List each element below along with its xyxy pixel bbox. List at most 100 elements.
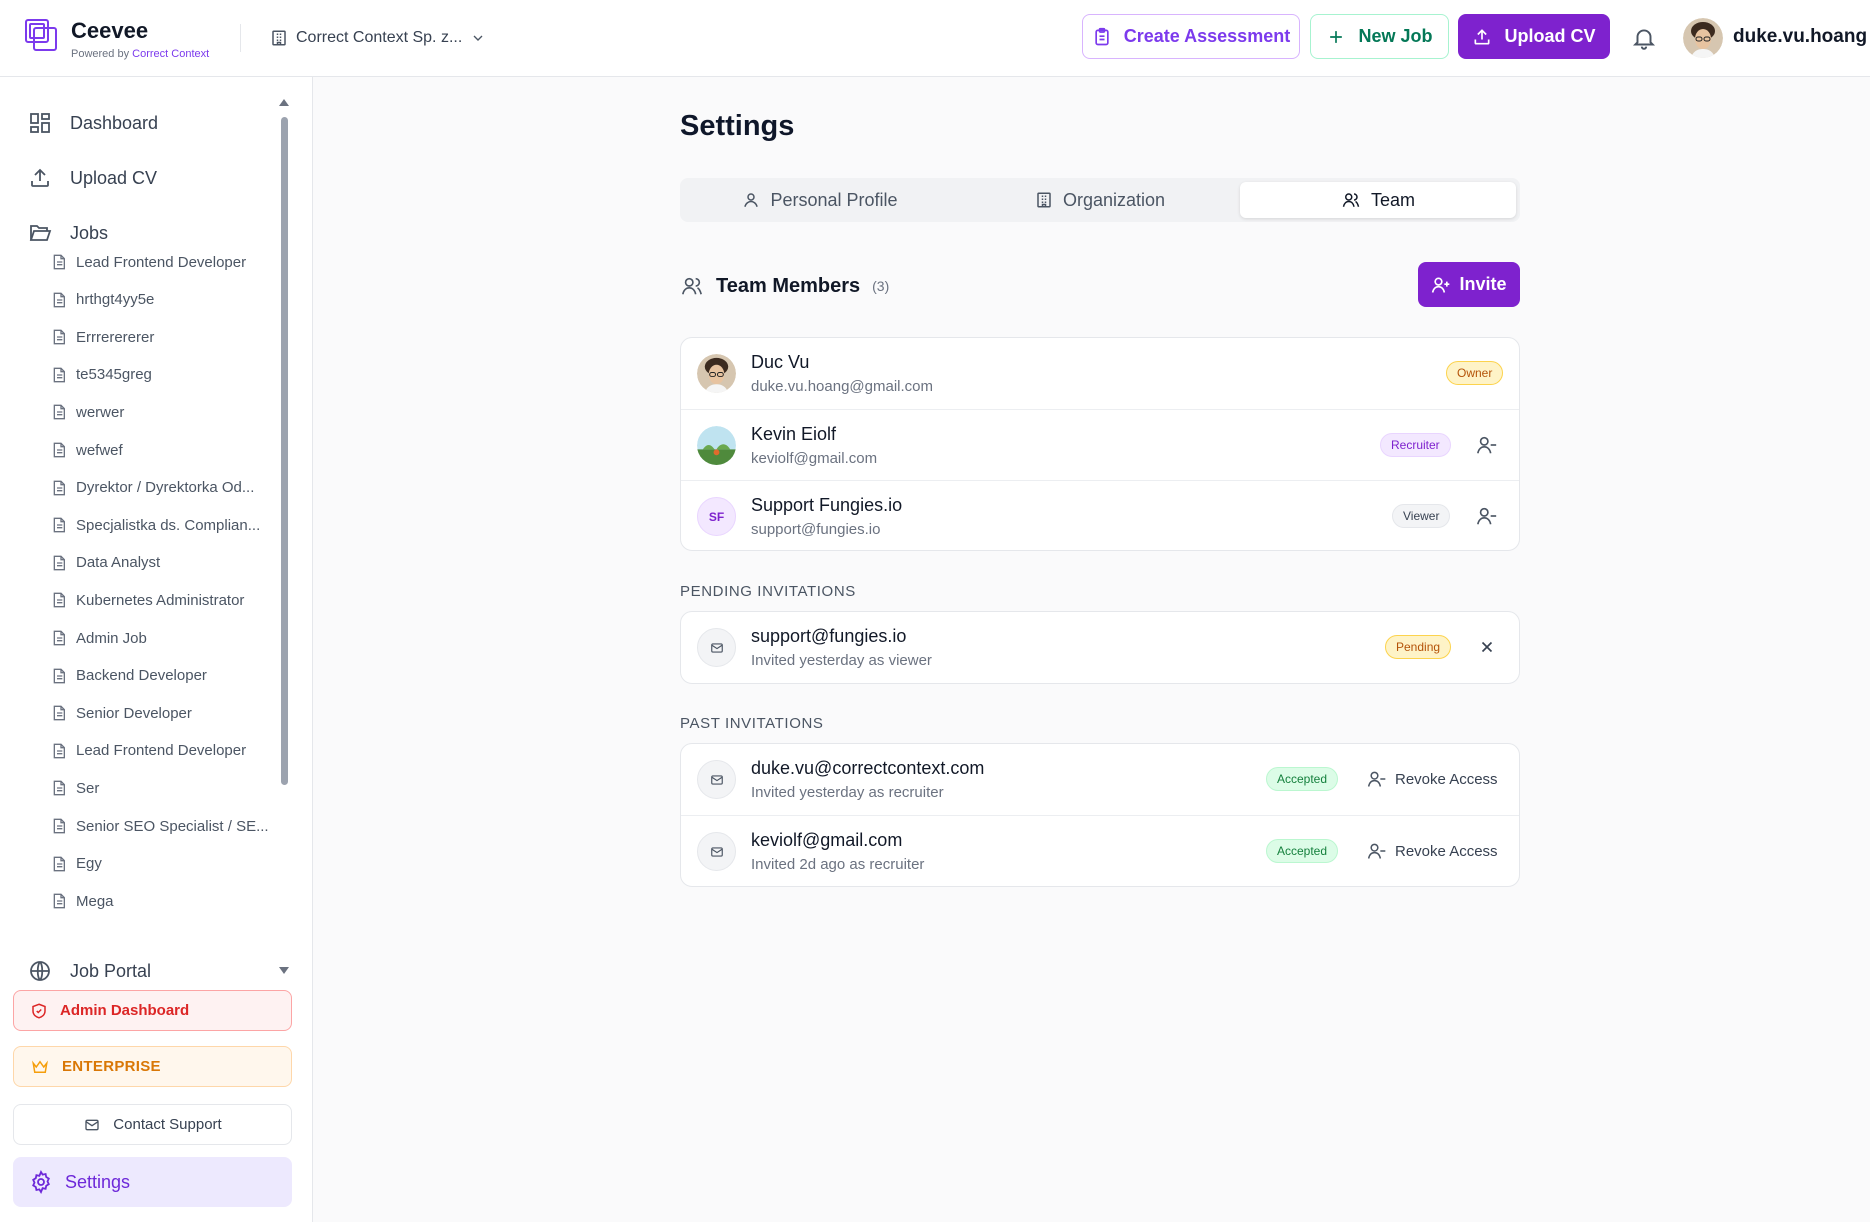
sidebar-job-item[interactable]: werwer [52, 401, 124, 423]
document-icon [52, 254, 66, 270]
document-icon [52, 630, 66, 646]
sidebar-item-dashboard[interactable]: Dashboard [28, 108, 158, 138]
document-icon [52, 592, 66, 608]
past-invitations-card: duke.vu@correctcontext.com Invited yeste… [680, 743, 1520, 887]
tab-team[interactable]: Team [1240, 182, 1516, 218]
role-badge: Owner [1446, 361, 1504, 385]
sidebar-job-item[interactable]: hrthgt4yy5e [52, 289, 154, 311]
sidebar-item-settings[interactable]: Settings [13, 1157, 292, 1207]
remove-member-icon[interactable] [1475, 504, 1499, 528]
scrollbar-down-arrow[interactable] [279, 967, 289, 974]
shield-icon [32, 1002, 46, 1019]
admin-dashboard-button[interactable]: Admin Dashboard [13, 990, 292, 1031]
sidebar-item-jobs[interactable]: Jobs [28, 218, 108, 248]
notifications-bell-icon[interactable] [1631, 24, 1657, 52]
member-row: SF Support Fungies.io support@fungies.io… [681, 480, 1519, 550]
sidebar-job-item[interactable]: wefwef [52, 439, 123, 461]
remove-member-icon[interactable] [1475, 433, 1499, 457]
cancel-invitation-close-icon[interactable] [1475, 635, 1499, 659]
invitation-row: keviolf@gmail.com Invited 2d ago as recr… [681, 815, 1519, 885]
document-icon [52, 743, 66, 759]
sidebar-job-item[interactable]: Kubernetes Administrator [52, 589, 244, 611]
role-badge: Viewer [1392, 504, 1451, 528]
tab-organization[interactable]: Organization [960, 182, 1240, 218]
status-badge: Pending [1385, 635, 1452, 659]
sidebar-item-job-portal[interactable]: Job Portal [28, 956, 151, 986]
organization-name: Correct Context Sp. z... [296, 29, 463, 46]
document-icon [52, 668, 66, 684]
upload-cv-button[interactable]: Upload CV [1458, 14, 1610, 59]
sidebar-job-label: Mega [76, 892, 114, 910]
create-assessment-label: Create Assessment [1123, 26, 1291, 46]
user-plus-icon [1432, 277, 1450, 293]
settings-label: Settings [65, 1171, 131, 1192]
sidebar-item-upload-cv[interactable]: Upload CV [28, 163, 157, 193]
member-avatar-initials: SF [697, 497, 736, 536]
member-email: duke.vu.hoang@gmail.com [751, 378, 933, 395]
brand-subtitle-link[interactable]: Correct Context [132, 48, 209, 60]
mail-icon [697, 832, 736, 871]
upload-cv-label: Upload CV [1504, 26, 1596, 46]
member-name: Support Fungies.io [751, 495, 903, 515]
document-icon [52, 329, 66, 345]
sidebar-item-label: Job Portal [70, 960, 152, 981]
organization-selector[interactable]: Correct Context Sp. z... [270, 24, 486, 52]
member-avatar [697, 426, 736, 465]
sidebar-job-item[interactable]: Dyrektor / Dyrektorka Od... [52, 477, 254, 499]
sidebar-job-item[interactable]: Specjalistka ds. Complian... [52, 514, 260, 536]
document-icon [52, 292, 66, 308]
member-name: Duc Vu [751, 352, 810, 372]
sidebar-scrollbar-thumb[interactable] [281, 117, 288, 785]
mail-icon [85, 1119, 99, 1130]
sidebar-job-item[interactable]: Mega [52, 890, 114, 912]
invite-button[interactable]: Invite [1418, 262, 1520, 307]
sidebar-job-item[interactable]: te5345greg [52, 364, 152, 386]
invitation-detail: Invited 2d ago as recruiter [751, 856, 925, 873]
ceevee-logo-icon[interactable] [24, 18, 58, 52]
member-name: Kevin Eiolf [751, 424, 837, 444]
revoke-access-button[interactable]: Revoke Access [1367, 839, 1498, 863]
sidebar-job-item[interactable]: Backend Developer [52, 665, 207, 687]
sidebar-job-label: Ser [76, 779, 100, 797]
upload-icon [31, 168, 49, 187]
building-icon [272, 30, 286, 46]
team-members-card: Duc Vu duke.vu.hoang@gmail.com Owner Kev… [680, 337, 1520, 551]
sidebar-item-label: Jobs [70, 222, 109, 243]
sidebar-job-item[interactable]: Errrerererer [52, 326, 154, 348]
past-invitations-heading: PAST INVITATIONS [680, 715, 824, 732]
tab-label: Personal Profile [770, 189, 898, 210]
team-members-header: Team Members (3) [680, 272, 889, 300]
sidebar-job-item[interactable]: Admin Job [52, 627, 147, 649]
sidebar-job-label: Lead Frontend Developer [76, 253, 247, 271]
user-avatar[interactable] [1683, 18, 1723, 58]
team-members-count: (3) [872, 278, 890, 294]
sidebar-job-item[interactable]: Egy [52, 853, 102, 875]
document-icon [52, 705, 66, 721]
sidebar-job-item[interactable]: Senior Developer [52, 702, 192, 724]
new-job-button[interactable]: New Job [1310, 14, 1449, 59]
invitation-email: support@fungies.io [751, 626, 907, 646]
sidebar-job-label: Backend Developer [76, 667, 207, 685]
contact-support-button[interactable]: Contact Support [13, 1104, 292, 1145]
scrollbar-up-arrow[interactable] [279, 99, 289, 106]
invitation-email: duke.vu@correctcontext.com [751, 758, 985, 778]
sidebar-job-item[interactable]: Senior SEO Specialist / SE... [52, 815, 269, 837]
user-minus-icon [1367, 771, 1386, 787]
revoke-access-label: Revoke Access [1395, 770, 1498, 788]
enterprise-badge[interactable]: ENTERPRISE [13, 1046, 292, 1087]
sidebar-job-label: wefwef [76, 441, 123, 459]
username[interactable]: duke.vu.hoang [1733, 26, 1867, 48]
sidebar-job-item[interactable]: Data Analyst [52, 552, 160, 574]
sidebar-job-label: Senior SEO Specialist / SE... [76, 817, 269, 835]
status-badge: Accepted [1266, 767, 1339, 791]
pending-invitations-heading: PENDING INVITATIONS [680, 583, 856, 600]
document-icon [52, 818, 66, 834]
sidebar-job-item[interactable]: Ser [52, 777, 99, 799]
team-members-title: Team Members [716, 274, 861, 297]
sidebar-job-item[interactable]: Lead Frontend Developer [52, 251, 246, 273]
tab-personal-profile[interactable]: Personal Profile [680, 182, 960, 218]
admin-dashboard-label: Admin Dashboard [60, 1002, 190, 1019]
revoke-access-button[interactable]: Revoke Access [1367, 767, 1498, 791]
create-assessment-button[interactable]: Create Assessment [1082, 14, 1300, 59]
sidebar-job-item[interactable]: Lead Frontend Developer [52, 740, 246, 762]
